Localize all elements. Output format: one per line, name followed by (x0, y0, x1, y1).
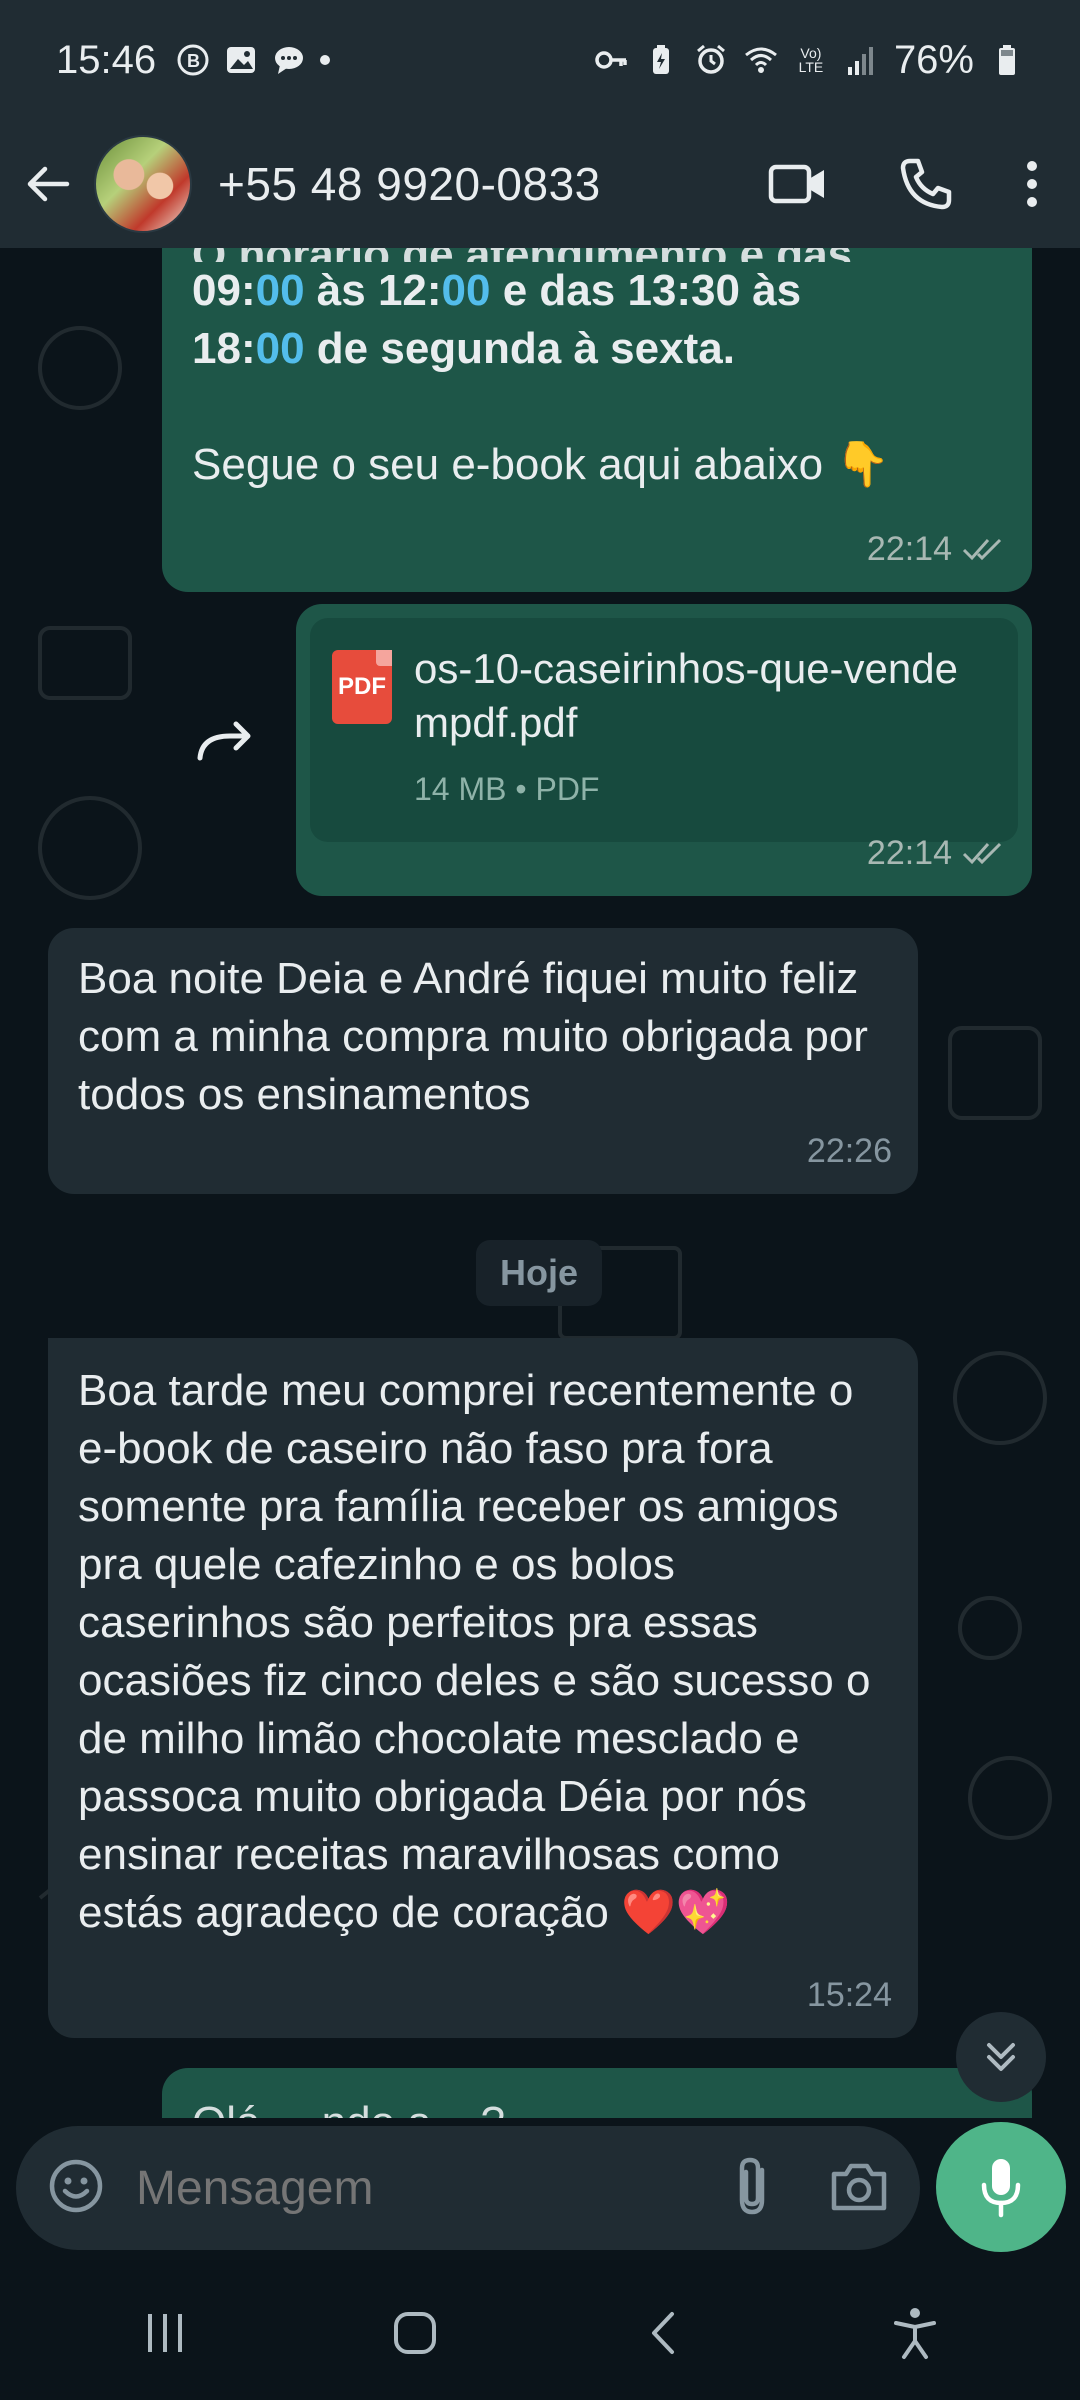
microphone-icon (981, 2159, 1021, 2218)
time-link[interactable]: 00 (256, 324, 305, 373)
status-bar: 15:46 B Vo) LTE 76% (0, 0, 1080, 120)
time-link[interactable]: 00 (442, 266, 491, 315)
accessibility-button[interactable] (890, 2305, 940, 2366)
phone-icon (900, 158, 952, 210)
document-name: os-10-caseirinhos-que-vendempdf.pdf (414, 645, 958, 746)
hours-text: 18: (192, 324, 256, 373)
recent-apps-button[interactable] (140, 2308, 190, 2363)
svg-text:B: B (187, 51, 200, 71)
message-composer (0, 2118, 1080, 2252)
incoming-message[interactable]: Boa noite Deia e André fiquei muito feli… (48, 928, 918, 1194)
home-icon (394, 2311, 436, 2354)
battery-saver-icon (644, 43, 678, 77)
message-time: 22:26 (806, 1132, 892, 1170)
document-size: 14 MB (414, 771, 507, 807)
chat-header: +55 48 9920-0833 (0, 120, 1080, 248)
message-meta: 22:26 (807, 1122, 892, 1180)
document-details: 14 MB • PDF (414, 771, 600, 807)
pointing-down-emoji: 👇 (835, 440, 891, 489)
more-options-button[interactable] (1024, 158, 1040, 210)
message-body: Boa tarde meu comprei recentemente o e-b… (78, 1366, 871, 1937)
hearts-emoji: ❤️💖 (621, 1888, 731, 1937)
notification-icons: B (176, 43, 331, 77)
message-input[interactable] (136, 2160, 676, 2216)
date-separator: Hoje (476, 1240, 603, 1306)
status-right: Vo) LTE 76% (594, 38, 1024, 83)
message-time: 15:24 (806, 1976, 892, 2014)
hours-text: às 12: (304, 266, 442, 315)
status-time: 15:46 (56, 37, 157, 82)
incoming-message[interactable]: Boa tarde meu comprei recentemente o e-b… (48, 1338, 918, 2038)
outgoing-document-message[interactable]: PDF os-10-caseirinhos-que-vendempdf.pdf … (296, 604, 1032, 896)
contact-avatar[interactable] (94, 135, 192, 233)
b-circle-icon: B (176, 43, 210, 77)
paperclip-icon (739, 2157, 765, 2214)
pdf-icon-label: PDF (338, 673, 386, 700)
message-meta: 22:14 (867, 520, 1006, 578)
system-navigation-bar (0, 2270, 1080, 2400)
message-text: Boa noite Deia e André fiquei muito feli… (78, 954, 868, 1119)
voice-message-button[interactable] (936, 2122, 1066, 2252)
message-meta: 22:14 (867, 824, 1006, 882)
outgoing-message[interactable]: O horário de atendimento é das 09:00 às … (162, 248, 1032, 592)
forward-button[interactable] (196, 718, 254, 767)
key-icon (594, 43, 628, 77)
message-text: Boa tarde meu comprei recentemente o e-b… (78, 1362, 888, 1942)
time-link[interactable]: 00 (256, 266, 305, 315)
message-hours-line1: 09:00 às 12:00 e das 13:30 às (192, 262, 1002, 320)
emoji-button[interactable] (46, 2156, 106, 2221)
battery-percent: 76% (893, 37, 974, 82)
double-check-icon (962, 538, 1002, 561)
message-time: 22:14 (866, 530, 952, 568)
chat-bubble-icon (272, 43, 306, 77)
document-info: os-10-caseirinhos-que-vendempdf.pdf 14 M… (414, 642, 974, 818)
message-hours-line2: 18:00 de segunda à sexta. (192, 320, 1002, 378)
message-text: Olá, ...ndo a ...? (192, 2094, 1002, 2118)
wifi-icon (744, 43, 778, 77)
message-meta: 15:24 (807, 1966, 892, 2024)
contact-name[interactable]: +55 48 9920-0833 (218, 157, 601, 211)
message-cut-line: O horário de atendimento é das (192, 248, 1002, 262)
message-input-pill[interactable] (16, 2126, 920, 2250)
signal-icon (844, 43, 878, 77)
pdf-file-icon: PDF (332, 650, 392, 724)
header-actions (768, 156, 1060, 212)
battery-icon (990, 43, 1024, 77)
hours-text: de segunda à sexta. (304, 324, 735, 373)
video-call-button[interactable] (768, 159, 828, 209)
system-back-button[interactable] (640, 2308, 690, 2363)
message-text: Segue o seu e-book aqui abaixo 👇 (192, 436, 1002, 494)
gallery-icon (224, 43, 258, 77)
accessibility-icon (894, 2307, 936, 2359)
kebab-menu-icon (1027, 161, 1037, 207)
arrow-left-icon (27, 166, 70, 202)
document-type: PDF (535, 771, 600, 807)
more-notifications-dot (320, 55, 331, 65)
volte-label: Vo) LTE (798, 45, 824, 75)
smiley-icon (49, 2159, 103, 2212)
hours-text: e das 13:30 às (490, 266, 802, 315)
chevron-left-icon (652, 2311, 674, 2354)
camera-icon (831, 2163, 887, 2210)
home-button[interactable] (390, 2308, 440, 2363)
double-check-icon (962, 842, 1002, 865)
back-button[interactable] (20, 156, 76, 212)
attach-button[interactable] (728, 2154, 778, 2223)
chat-area[interactable]: O horário de atendimento é das 09:00 às … (0, 248, 1080, 2118)
message-body: Segue o seu e-book aqui abaixo (192, 440, 824, 489)
scroll-to-bottom-button[interactable] (956, 2012, 1046, 2102)
document-card[interactable]: PDF os-10-caseirinhos-que-vendempdf.pdf … (310, 618, 1018, 842)
forward-arrow-icon (197, 721, 251, 761)
voice-call-button[interactable] (898, 156, 954, 212)
double-chevron-down-icon (987, 2043, 1015, 2071)
message-time: 22:14 (866, 834, 952, 872)
composer-actions (728, 2154, 890, 2223)
camera-button[interactable] (828, 2158, 890, 2219)
hours-text: 09: (192, 266, 256, 315)
outgoing-message[interactable]: Olá, ...ndo a ...? (162, 2068, 1032, 2118)
recent-apps-icon (148, 2313, 182, 2352)
alarm-icon (694, 43, 728, 77)
video-camera-icon (768, 164, 824, 204)
